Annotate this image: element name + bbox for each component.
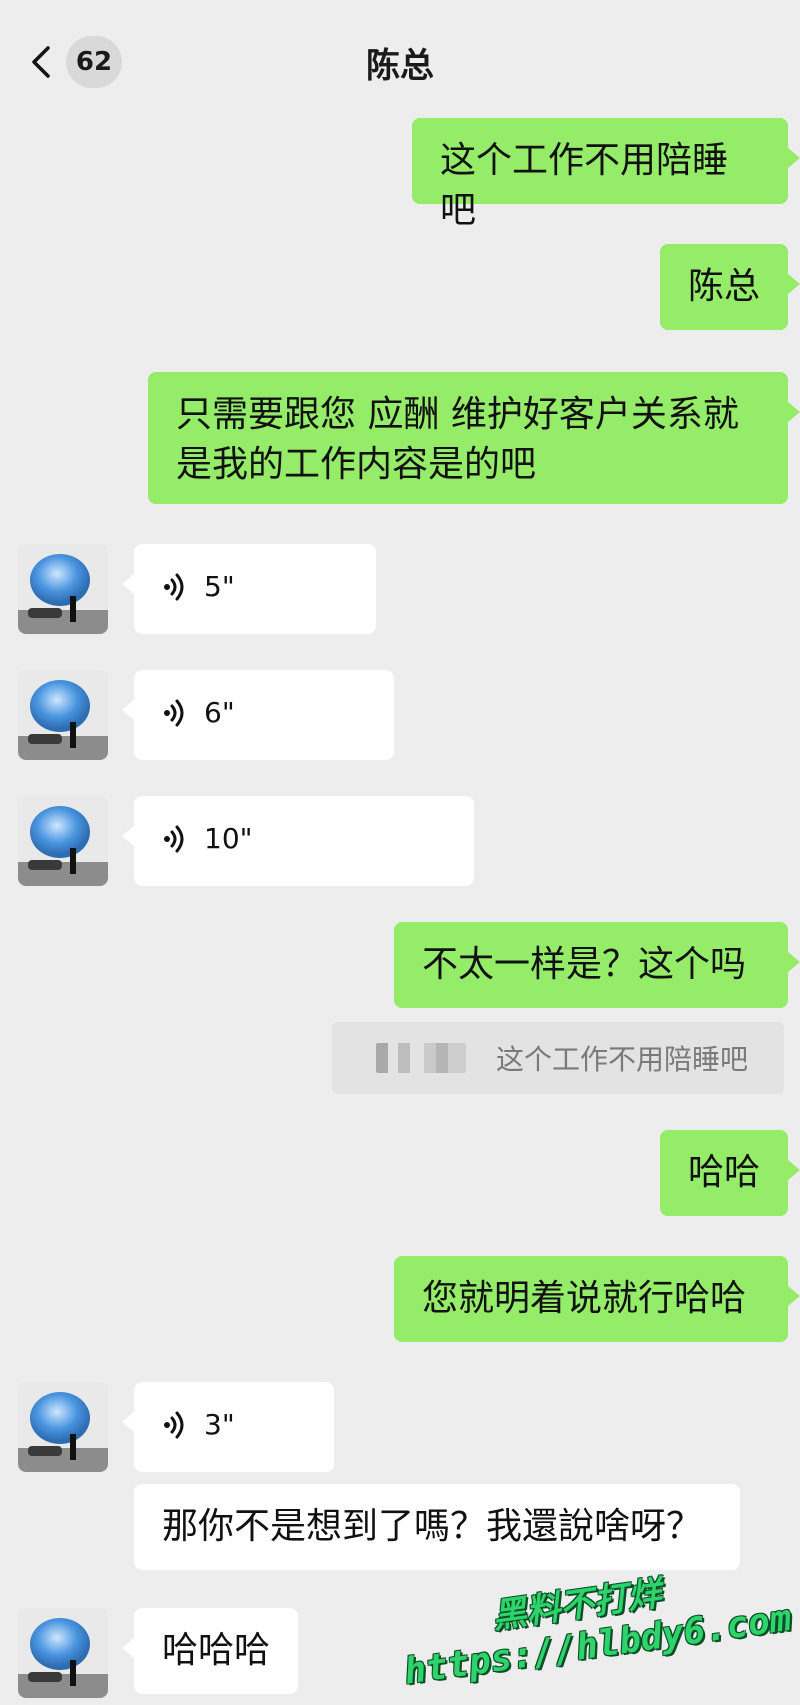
message-bubble-received[interactable]: 哈哈哈: [122, 1608, 298, 1694]
message-bubble-sent[interactable]: 只需要跟您 应酬 维护好客户关系就 是我的工作内容是的吧: [148, 372, 800, 504]
chat-title: 陈总: [366, 46, 434, 86]
avatar-image: [18, 796, 108, 886]
message-text: 不太一样是？这个吗: [422, 944, 747, 985]
message-text-line: 是我的工作内容是的吧: [176, 444, 537, 485]
avatar-image: [18, 1608, 108, 1698]
blurred-sender-name: [375, 1043, 466, 1073]
message-text: 哈哈: [688, 1152, 761, 1193]
voice-icon: [164, 825, 184, 853]
voice-icon: [164, 1411, 184, 1439]
message-bubble-received[interactable]: 那你不是想到了嗎？我還說啥呀？: [134, 1484, 740, 1570]
quoted-text: 这个工作不用陪睡吧: [495, 1043, 748, 1076]
voice-icon: [164, 573, 184, 601]
avatar[interactable]: [18, 1382, 108, 1472]
message-bubble-sent[interactable]: 您就明着说就行哈哈: [394, 1256, 800, 1342]
avatar[interactable]: [18, 544, 108, 634]
voice-message[interactable]: 10": [122, 796, 474, 886]
message-text: 陈总: [688, 266, 761, 307]
avatar[interactable]: [18, 1608, 108, 1698]
message-text: 您就明着说就行哈哈: [422, 1278, 747, 1319]
voice-duration: 3": [204, 1408, 235, 1441]
message-text: 那你不是想到了嗎？我還說啥呀？: [162, 1506, 703, 1547]
avatar-image: [18, 544, 108, 634]
avatar[interactable]: [18, 670, 108, 760]
chat-header: 62 陈总: [0, 0, 800, 120]
watermark: 黑料不打烊 https://hlbdy6.com: [396, 1560, 794, 1693]
message-text: 哈哈哈: [162, 1630, 271, 1671]
message-text-line: 只需要跟您 应酬 维护好客户关系就: [176, 394, 739, 435]
voice-message[interactable]: 3": [122, 1382, 334, 1472]
avatar-image: [18, 670, 108, 760]
message-bubble-sent[interactable]: 哈哈: [660, 1130, 800, 1216]
quoted-message[interactable]: 这个工作不用陪睡吧: [331, 1022, 784, 1094]
voice-icon: [164, 699, 184, 727]
voice-message[interactable]: 5": [122, 544, 376, 634]
voice-duration: 5": [204, 570, 235, 603]
message-bubble-sent[interactable]: 这个工作不用陪睡吧: [412, 118, 800, 231]
voice-duration: 6": [204, 696, 235, 729]
message-text: 这个工作不用陪睡吧: [440, 140, 729, 231]
message-bubble-sent[interactable]: 陈总: [660, 244, 800, 330]
message-bubble-sent[interactable]: 不太一样是？这个吗: [394, 922, 800, 1008]
voice-message[interactable]: 6": [122, 670, 394, 760]
avatar[interactable]: [18, 796, 108, 886]
avatar-image: [18, 1382, 108, 1472]
voice-duration: 10": [204, 822, 253, 855]
